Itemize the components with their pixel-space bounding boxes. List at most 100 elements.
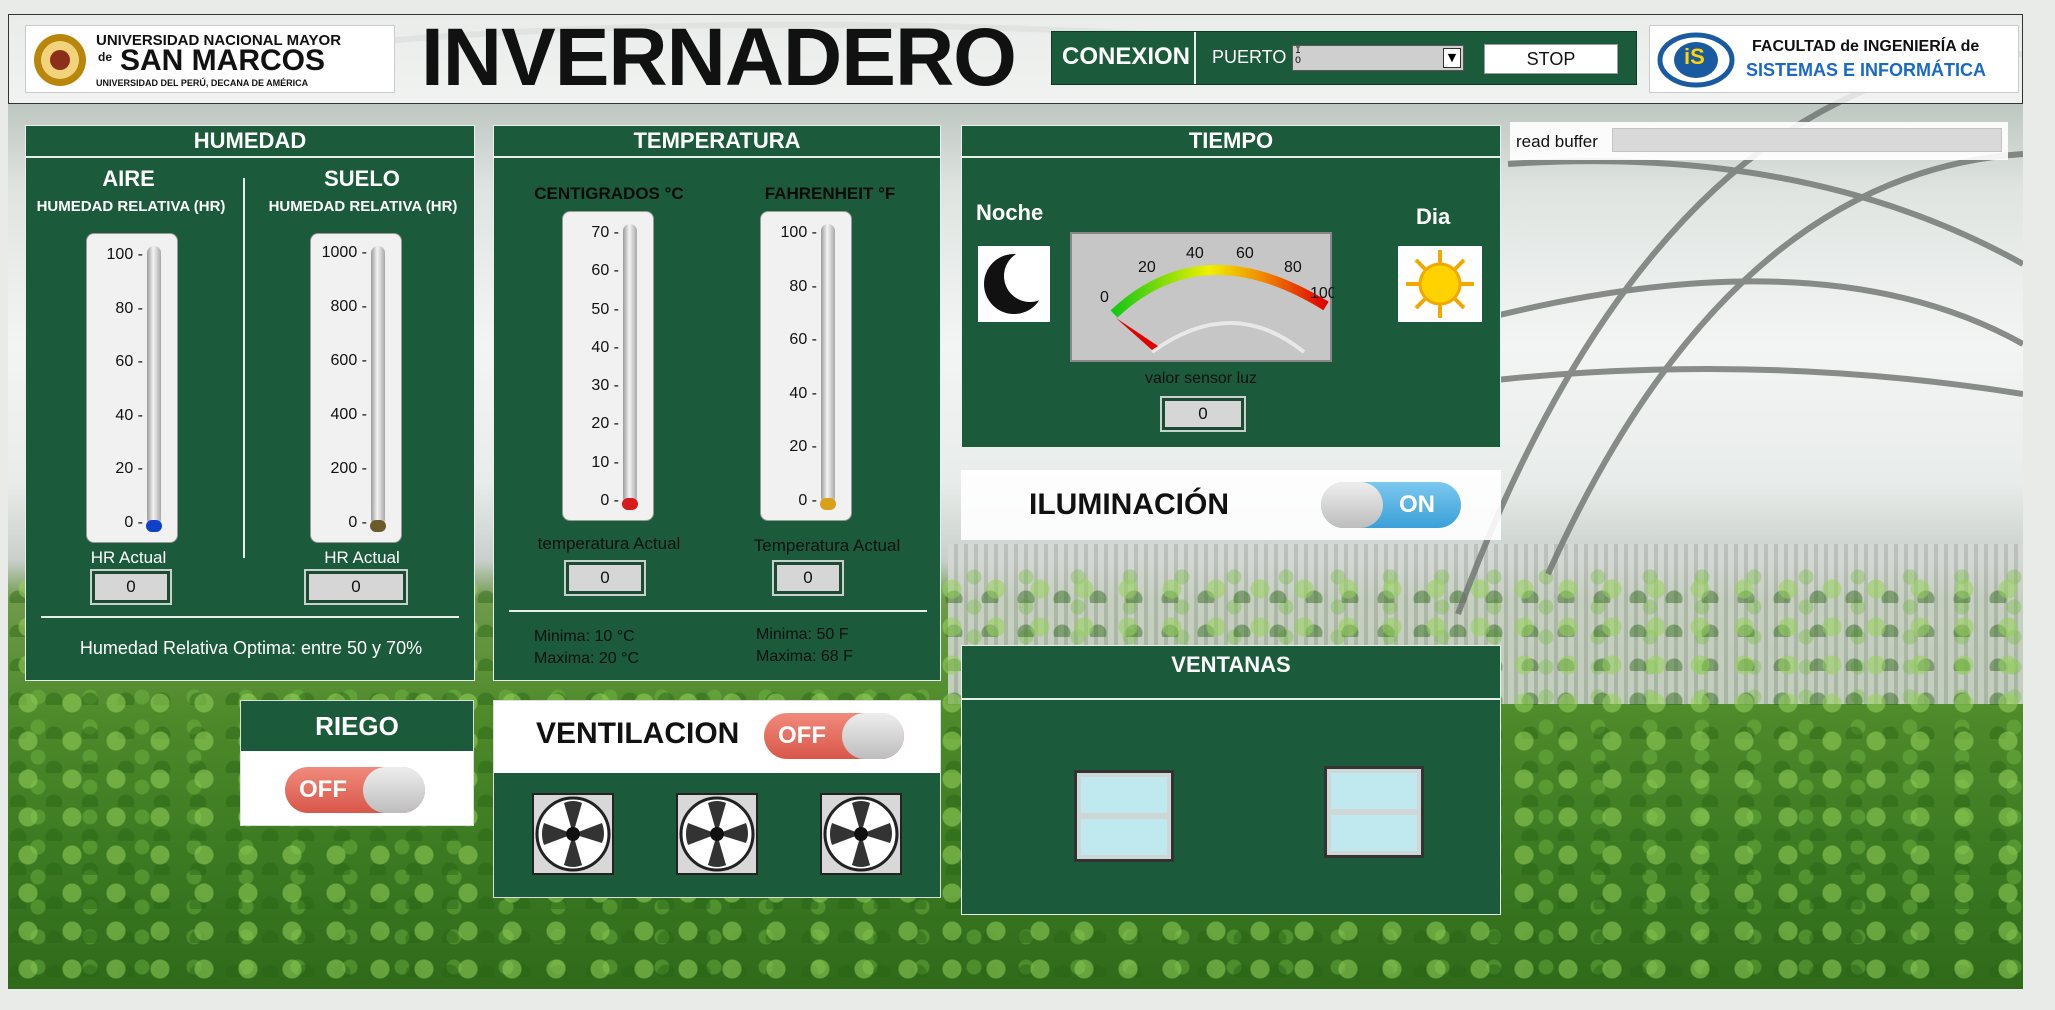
dia-label: Dia bbox=[1416, 204, 1451, 229]
conexion-panel: CONEXION PUERTO IO ▼ STOP bbox=[1051, 31, 1637, 85]
stop-button[interactable]: STOP bbox=[1484, 44, 1618, 74]
riego-title: RIEGO bbox=[241, 701, 473, 751]
suelo-gauge-fill bbox=[370, 520, 386, 532]
gauge-tick-label: 0 - bbox=[798, 492, 817, 509]
fisi-line1: FACULTAD de INGENIERÍA de bbox=[1752, 38, 1980, 55]
aire-title: AIRE bbox=[102, 166, 155, 191]
temperatura-panel: TEMPERATURA CENTIGRADOS °C 70 - 60 - 50 - 4… bbox=[493, 125, 941, 681]
gauge-tube bbox=[147, 246, 161, 526]
humedad-title: HUMEDAD bbox=[26, 126, 474, 158]
gauge-tick-label: 0 bbox=[1100, 289, 1109, 306]
conexion-label: CONEXION bbox=[1062, 43, 1191, 70]
gauge-tick-label: 20 bbox=[1138, 259, 1156, 276]
read-buffer-label: read buffer bbox=[1516, 132, 1598, 151]
iluminacion-toggle[interactable]: ON bbox=[1321, 482, 1461, 528]
sun-icon bbox=[1398, 246, 1482, 322]
celsius-gauge-fill bbox=[622, 498, 638, 510]
divider bbox=[1194, 32, 1196, 84]
window-pane bbox=[1081, 777, 1167, 813]
unmsm-line2-pre: de bbox=[98, 50, 113, 64]
unmsm-line2: SAN MARCOS bbox=[120, 44, 326, 77]
gauge-tick-label: 60 - bbox=[591, 262, 619, 280]
aire-actual-label: HR Actual bbox=[90, 548, 167, 567]
gauge-tick-label: 70 - bbox=[591, 224, 619, 241]
unmsm-logo: UNIVERSIDAD NACIONAL MAYOR de SAN MARCOS… bbox=[25, 25, 395, 93]
gauge-tick-label: 20 - bbox=[591, 415, 619, 433]
riego-state: OFF bbox=[299, 776, 347, 803]
gauge-tick-label: 60 - bbox=[115, 353, 143, 371]
fan-2-icon bbox=[676, 793, 758, 875]
window-2-icon[interactable] bbox=[1324, 766, 1424, 858]
celsius-thermometer: 70 - 60 - 50 - 40 - 30 - 20 - 10 - 0 - bbox=[562, 211, 654, 521]
fan-3-icon bbox=[820, 793, 902, 875]
tiempo-panel: TIEMPO Noche Dia 0 20 40 60 80 100 valor… bbox=[961, 125, 1501, 448]
fahrenheit-title: FAHRENHEIT °F bbox=[764, 184, 896, 203]
gauge-tick-label: 50 - bbox=[591, 300, 619, 318]
celsius-actual-label: temperatura Actual bbox=[537, 534, 681, 553]
ventanas-title: VENTANAS bbox=[1171, 652, 1291, 677]
gauge-tick-label: 100 - bbox=[780, 224, 817, 241]
chevron-down-icon[interactable]: ▼ bbox=[1443, 48, 1461, 68]
ventilacion-title: VENTILACION bbox=[536, 717, 740, 750]
fahrenheit-gauge-fill bbox=[820, 498, 836, 510]
aire-actual-value: 0 bbox=[90, 569, 172, 605]
page-title: INVERNADERO bbox=[421, 12, 1017, 103]
puerto-select[interactable]: IO ▼ bbox=[1292, 45, 1464, 71]
gauge-tick-label: 0 - bbox=[124, 514, 143, 531]
gauge-tick-label: 80 - bbox=[789, 277, 817, 295]
fahrenheit-max: Maxima: 68 F bbox=[756, 648, 853, 665]
gauge-tick-label: 20 - bbox=[115, 460, 143, 478]
unmsm-seal-icon bbox=[34, 34, 86, 86]
gauge-tick-label: 60 bbox=[1236, 245, 1254, 262]
iluminacion-label: ILUMINACIÓN bbox=[1029, 488, 1229, 521]
fisi-line2: SISTEMAS E INFORMÁTICA bbox=[1746, 60, 1987, 80]
riego-panel: RIEGO OFF bbox=[240, 700, 474, 826]
celsius-max: Maxima: 20 °C bbox=[534, 650, 640, 667]
sensor-value: 0 bbox=[1160, 396, 1246, 432]
divider bbox=[509, 610, 927, 612]
divider bbox=[243, 178, 245, 558]
unmsm-line3: UNIVERSIDAD DEL PERÚ, DECANA DE AMÉRICA bbox=[96, 78, 309, 88]
ventilacion-toggle[interactable]: OFF bbox=[764, 713, 904, 759]
suelo-title: SUELO bbox=[324, 166, 400, 191]
read-buffer-field[interactable] bbox=[1612, 128, 2002, 152]
gauge-tick-label: 100 - bbox=[106, 246, 143, 263]
suelo-actual-value: 0 bbox=[304, 569, 408, 605]
moon-icon bbox=[978, 246, 1056, 322]
fisi-logo-text: iS bbox=[1684, 44, 1705, 69]
window-pane bbox=[1331, 815, 1417, 851]
header-bar: UNIVERSIDAD NACIONAL MAYOR de SAN MARCOS… bbox=[8, 12, 2023, 104]
riego-toggle[interactable]: OFF bbox=[285, 767, 425, 813]
ventanas-panel: VENTANAS bbox=[961, 645, 1501, 915]
suelo-humidity-gauge: 1000 - 800 - 600 - 400 - 200 - 0 - bbox=[310, 233, 402, 543]
toggle-knob bbox=[842, 713, 904, 759]
divider bbox=[962, 698, 1500, 700]
puerto-label: PUERTO bbox=[1212, 47, 1287, 67]
tiempo-title: TIEMPO bbox=[962, 126, 1500, 158]
fisi-logo: iS FACULTAD de INGENIERÍA de SISTEMAS E … bbox=[1649, 25, 2019, 93]
gauge-tube bbox=[623, 224, 637, 504]
celsius-title: CENTIGRADOS °C bbox=[534, 184, 684, 203]
toggle-knob bbox=[1321, 482, 1383, 528]
gauge-tick-label: 40 - bbox=[789, 384, 817, 402]
gauge-tick-label: 800 - bbox=[330, 298, 367, 315]
gauge-tick-label: 600 - bbox=[330, 352, 367, 369]
window-pane bbox=[1331, 773, 1417, 809]
gauge-tick-label: 10 - bbox=[591, 453, 619, 471]
iluminacion-state: ON bbox=[1399, 491, 1435, 518]
gauge-tick-label: 60 - bbox=[789, 331, 817, 349]
gauge-tick-label: 80 bbox=[1284, 259, 1302, 276]
window-1-icon[interactable] bbox=[1074, 770, 1174, 862]
gauge-tick-label: 40 - bbox=[115, 406, 143, 424]
celsius-min: Minima: 10 °C bbox=[534, 628, 635, 645]
gauge-tick-label: 0 - bbox=[348, 514, 367, 531]
ventilacion-header: VENTILACION OFF bbox=[494, 701, 940, 773]
window-pane bbox=[1081, 819, 1167, 855]
ventilacion-state: OFF bbox=[778, 722, 826, 749]
fan-1-icon bbox=[532, 793, 614, 875]
fahrenheit-actual-label: Temperatura Actual bbox=[753, 536, 901, 555]
gauge-tick-label: 200 - bbox=[330, 460, 367, 477]
suelo-actual-label: HR Actual bbox=[324, 548, 400, 567]
noche-label: Noche bbox=[976, 200, 1044, 225]
humedad-panel: HUMEDAD AIRE HUMEDAD RELATIVA (HR) 100 -… bbox=[25, 125, 475, 681]
